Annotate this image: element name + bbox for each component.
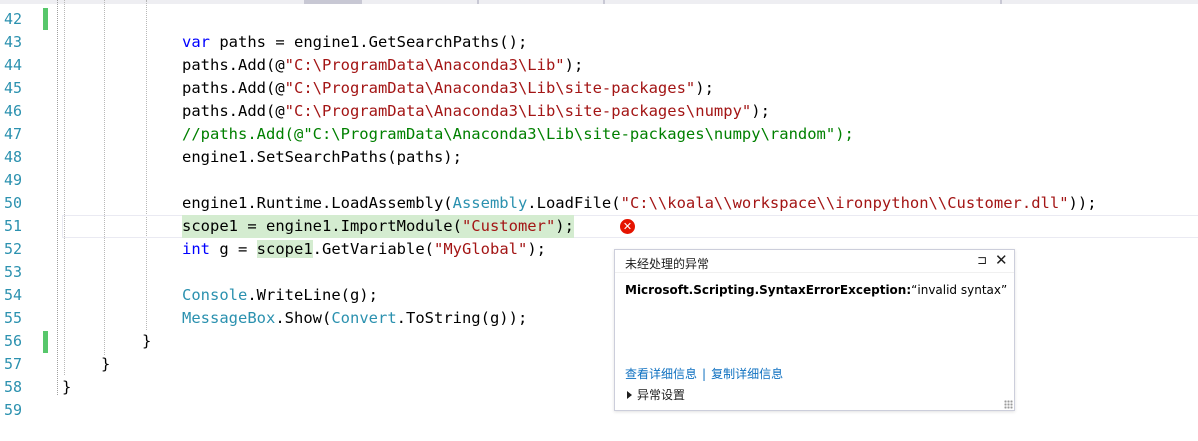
code-text: g = — [210, 240, 257, 258]
string-literal: "Customer" — [461, 217, 556, 235]
code-line-48[interactable]: engine1.SetSearchPaths(paths); — [182, 146, 462, 169]
type-name: Assembly — [452, 194, 528, 212]
exception-settings-label: 异常设置 — [637, 388, 686, 402]
line-number: 42 — [4, 10, 23, 28]
line-number: 51 — [4, 217, 23, 235]
code-text: .Show( — [275, 309, 332, 327]
type-name: Console — [182, 286, 248, 304]
expand-triangle-icon — [627, 390, 632, 399]
popup-links: 查看详细信息 | 复制详细信息 — [625, 365, 783, 382]
code-text: ); — [555, 217, 574, 235]
line-number: 48 — [4, 148, 23, 166]
line-number: 58 — [4, 378, 23, 396]
code-text: engine1.Runtime.LoadAssembly( — [182, 194, 453, 212]
code-text: .WriteLine(g); — [247, 286, 378, 304]
code-text: .GetVariable( — [312, 240, 434, 258]
scroll-marker — [1000, 0, 1002, 4]
string-literal: "C:\ProgramData\Anaconda3\Lib\site-packa… — [284, 79, 696, 97]
line-number: 46 — [4, 102, 23, 120]
editor-top-bar — [0, 0, 1198, 4]
code-line-57[interactable]: } — [101, 353, 110, 376]
code-text: ); — [751, 102, 770, 120]
code-line-55[interactable]: MessageBox.Show(Convert.ToString(g)); — [182, 307, 527, 330]
code-line-47[interactable]: //paths.Add(@"C:\ProgramData\Anaconda3\L… — [182, 123, 854, 146]
resize-grip-icon[interactable] — [1004, 400, 1013, 409]
exception-popup: 未经处理的异常 ⊐ ✕ Microsoft.Scripting.SyntaxEr… — [614, 249, 1015, 411]
line-number: 47 — [4, 125, 23, 143]
closing-brace: } — [142, 332, 152, 350]
closing-brace: } — [62, 378, 72, 396]
keyword: var — [182, 33, 210, 51]
code-text: paths.Add(@ — [182, 102, 285, 120]
closing-brace: } — [101, 355, 111, 373]
indent-guide — [146, 0, 147, 330]
comment: //paths.Add(@"C:\ProgramData\Anaconda3\L… — [182, 125, 854, 143]
code-line-51-highlighted[interactable]: scope1 = engine1.ImportModule("Customer"… — [182, 215, 574, 238]
code-line-54[interactable]: Console.WriteLine(g); — [182, 284, 378, 307]
reference-highlight: scope1 — [256, 240, 313, 258]
code-line-43[interactable]: var paths = engine1.GetSearchPaths(); — [182, 31, 527, 54]
scroll-marker — [304, 0, 362, 4]
string-literal: "C:\ProgramData\Anaconda3\Lib" — [284, 56, 565, 74]
code-text: scope1 = engine1.ImportModule( — [182, 217, 462, 235]
code-text: paths = engine1.GetSearchPaths(); — [210, 33, 528, 51]
close-icon[interactable]: ✕ — [995, 252, 1008, 268]
outline-margin — [57, 0, 59, 395]
line-number: 43 — [4, 33, 23, 51]
code-text: ); — [564, 56, 584, 74]
code-line-46[interactable]: paths.Add(@"C:\ProgramData\Anaconda3\Lib… — [182, 100, 770, 123]
exception-message: Microsoft.Scripting.SyntaxErrorException… — [625, 283, 1007, 297]
line-number: 56 — [4, 332, 23, 350]
line-number: 57 — [4, 355, 23, 373]
string-literal: "C:\ProgramData\Anaconda3\Lib\site-packa… — [284, 102, 752, 120]
code-text: .LoadFile( — [527, 194, 621, 212]
change-indicator — [43, 331, 48, 353]
code-line-52[interactable]: int g = scope1.GetVariable("MyGlobal"); — [182, 238, 546, 261]
exception-name: Microsoft.Scripting.SyntaxErrorException… — [625, 283, 912, 297]
line-number: 49 — [4, 171, 23, 189]
exception-text: “invalid syntax” — [911, 283, 1008, 297]
popup-title: 未经处理的异常 — [625, 257, 710, 271]
line-number: 50 — [4, 194, 23, 212]
scroll-marker — [603, 0, 605, 4]
keyword: int — [182, 240, 210, 258]
code-text: paths.Add(@ — [182, 56, 285, 74]
link-separator: | — [702, 367, 707, 381]
line-number: 53 — [4, 263, 23, 281]
code-text: ); — [527, 240, 546, 258]
string-literal: "C:\\koala\\workspace\\ironpython\\Custo… — [620, 194, 1069, 212]
view-details-link[interactable]: 查看详细信息 — [625, 367, 697, 381]
code-line-45[interactable]: paths.Add(@"C:\ProgramData\Anaconda3\Lib… — [182, 77, 714, 100]
divider — [615, 272, 1014, 273]
copy-details-link[interactable]: 复制详细信息 — [711, 367, 783, 381]
change-indicator — [43, 8, 48, 30]
indent-guide — [64, 0, 65, 375]
code-line-56[interactable]: } — [142, 330, 151, 353]
indent-guide — [104, 0, 105, 355]
exception-settings-toggle[interactable]: 异常设置 — [627, 386, 685, 403]
code-line-44[interactable]: paths.Add(@"C:\ProgramData\Anaconda3\Lib… — [182, 54, 583, 77]
string-literal: "MyGlobal" — [434, 240, 528, 258]
code-line-58[interactable]: } — [62, 376, 71, 399]
code-line-50[interactable]: engine1.Runtime.LoadAssembly(Assembly.Lo… — [182, 192, 1097, 215]
line-number: 52 — [4, 240, 23, 258]
pin-icon[interactable]: ⊐ — [977, 253, 987, 267]
error-circle-icon[interactable]: ✕ — [620, 219, 635, 234]
code-text: )); — [1068, 194, 1097, 212]
code-text: paths.Add(@ — [182, 79, 285, 97]
code-text: engine1.SetSearchPaths(paths); — [182, 148, 462, 166]
line-number: 45 — [4, 79, 23, 97]
line-number: 44 — [4, 56, 23, 74]
type-name: MessageBox — [182, 309, 276, 327]
code-text: ); — [695, 79, 714, 97]
scroll-marker — [477, 0, 479, 4]
line-number: 55 — [4, 309, 23, 327]
line-number: 54 — [4, 286, 23, 304]
code-text: .ToString(g)); — [396, 309, 528, 327]
line-number: 59 — [4, 401, 23, 419]
type-name: Convert — [331, 309, 397, 327]
line-number-gutter: 42 43 44 45 46 47 48 49 50 51 52 53 54 5… — [0, 0, 36, 441]
